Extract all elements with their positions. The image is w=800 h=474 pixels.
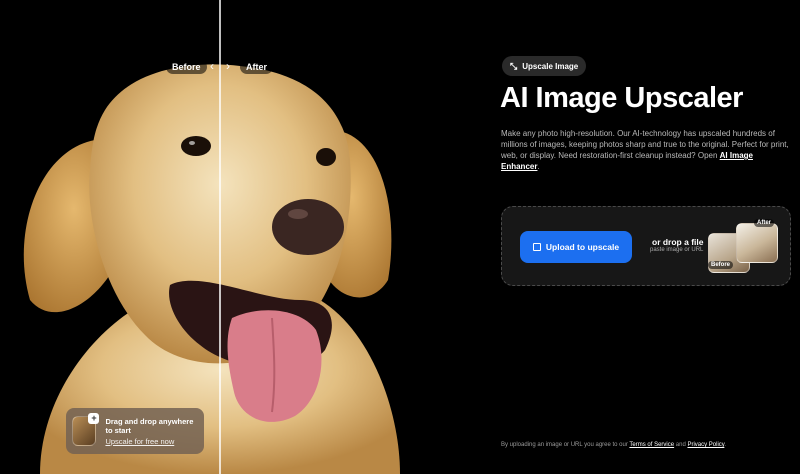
paste-hint: paste image or URL: [650, 247, 704, 253]
image-thumbnail-icon: +: [72, 413, 100, 446]
sparkle-icon: ⤡: [510, 60, 518, 71]
upscale-free-link[interactable]: Upscale for free now: [105, 437, 198, 446]
sample-after-label: After: [754, 219, 775, 227]
upload-dropzone[interactable]: Upload to upscale or drop a file paste i…: [501, 206, 791, 286]
legal-prefix: By uploading an image or URL you agree t…: [501, 442, 630, 448]
legal-notice: By uploading an image or URL you agree t…: [501, 442, 726, 448]
description-end: .: [537, 162, 540, 171]
sample-after-thumbnail[interactable]: [736, 223, 778, 263]
sample-images[interactable]: Before After: [708, 219, 782, 277]
upload-button-label: Upload to upscale: [545, 242, 620, 252]
legal-suffix: .: [724, 442, 727, 448]
hero-description: Make any photo high-resolution. Our AI-t…: [501, 128, 791, 172]
upscale-image-tag: ⤡ Upscale Image: [502, 56, 587, 76]
before-label: Before: [166, 60, 207, 74]
after-label: After: [240, 60, 274, 74]
chevron-left-icon[interactable]: ‹: [207, 59, 217, 73]
comparison-slider-handle[interactable]: ‹ ›: [207, 58, 233, 74]
before-after-image[interactable]: Before ‹ › After + Drag and drop anywher…: [0, 0, 440, 474]
sample-before-label: Before: [708, 261, 734, 269]
legal-and: and: [674, 442, 688, 448]
upload-button[interactable]: Upload to upscale: [520, 231, 632, 263]
plus-icon: +: [88, 413, 100, 424]
drag-drop-card[interactable]: + Drag and drop anywhere to start Upscal…: [66, 408, 204, 454]
tag-label: Upscale Image: [522, 61, 579, 71]
drag-drop-title: Drag and drop anywhere to start: [105, 416, 194, 435]
terms-of-service-link[interactable]: Terms of Service: [629, 442, 674, 448]
chevron-right-icon[interactable]: ›: [223, 59, 233, 73]
image-icon: [532, 243, 541, 251]
page-title: AI Image Upscaler: [500, 82, 743, 114]
or-drop-text: or drop a file: [652, 237, 704, 247]
privacy-policy-link[interactable]: Privacy Policy: [687, 442, 724, 448]
